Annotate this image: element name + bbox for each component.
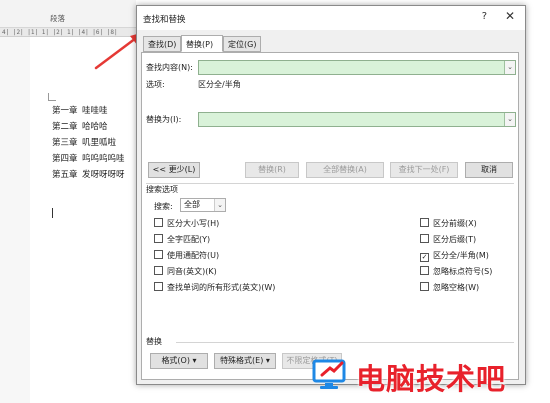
- replace-label: 替换为(I):: [146, 115, 182, 124]
- checkbox-box[interactable]: [420, 282, 429, 291]
- checkbox-box[interactable]: [154, 266, 163, 275]
- find-replace-dialog: 查找和替换 ? ✕ 查找(D) 替换(P) 定位(G) 查找内容(N): ⌄ 选…: [136, 5, 526, 385]
- search-direction-select[interactable]: 全部 ⌄: [180, 198, 226, 212]
- dialog-title: 查找和替换: [143, 15, 186, 25]
- checkbox-label: 使用通配符(U): [167, 251, 220, 260]
- document-body[interactable]: 第一章 哇哇哇 第二章 哈哈哈 第三章 叽里呱啦 第四章 呜呜呜呜哇 第五章 发呀呀呀呀: [52, 103, 125, 183]
- wildcards-checkbox[interactable]: 使用通配符(U): [154, 250, 219, 262]
- chapter-number: 第五章: [52, 170, 78, 180]
- find-label: 查找内容(N):: [146, 63, 193, 72]
- search-options-heading: 搜索选项: [146, 185, 178, 194]
- chapter-number: 第二章: [52, 122, 78, 132]
- checkbox-box[interactable]: [420, 218, 429, 227]
- search-label: 搜索:: [154, 202, 173, 211]
- checkbox-box[interactable]: [154, 234, 163, 243]
- paragraph-group-label: 段落: [50, 14, 65, 23]
- divider: [146, 183, 514, 184]
- chapter-line: 第三章 叽里呱啦: [52, 135, 125, 151]
- chapter-number: 第一章: [52, 106, 78, 116]
- chapter-text: 叽里呱啦: [82, 138, 117, 148]
- tab-replace[interactable]: 替换(P): [181, 35, 223, 52]
- chapter-line: 第五章 发呀呀呀呀: [52, 167, 125, 183]
- special-format-button[interactable]: 特殊格式(E) ▾: [214, 353, 276, 369]
- find-next-button[interactable]: 查找下一处(F): [390, 162, 458, 178]
- replace-all-button[interactable]: 全部替换(A): [306, 162, 384, 178]
- search-direction-value: 全部: [184, 200, 200, 209]
- help-icon[interactable]: ?: [482, 11, 487, 22]
- chapter-line: 第四章 呜呜呜呜哇: [52, 151, 125, 167]
- replace-button[interactable]: 替换(R): [245, 162, 299, 178]
- chapter-number: 第三章: [52, 138, 78, 148]
- all-word-forms-checkbox[interactable]: 查找单词的所有形式(英文)(W): [154, 282, 275, 294]
- ignore-punctuation-checkbox[interactable]: 忽略标点符号(S): [420, 266, 492, 278]
- tab-find[interactable]: 查找(D): [143, 36, 181, 52]
- checkbox-label: 区分全/半角(M): [433, 251, 489, 260]
- document-left-margin: [0, 37, 30, 403]
- replace-input[interactable]: ⌄: [198, 112, 516, 127]
- chapter-line: 第二章 哈哈哈: [52, 119, 125, 135]
- chevron-down-icon[interactable]: ⌄: [214, 199, 225, 211]
- options-value: 区分全/半角: [198, 80, 241, 89]
- checkbox-box[interactable]: [154, 282, 163, 291]
- watermark: 电脑技术吧: [312, 355, 548, 396]
- cancel-button[interactable]: 取消: [465, 162, 513, 178]
- checkbox-box[interactable]: [420, 266, 429, 275]
- format-button[interactable]: 格式(O) ▾: [150, 353, 208, 369]
- checkbox-label: 区分后缀(T): [433, 235, 477, 244]
- text-cursor: [52, 208, 53, 218]
- checkbox-label: 忽略标点符号(S): [433, 267, 493, 276]
- checkbox-label: 同音(英文)(K): [167, 267, 217, 276]
- divider: [176, 342, 514, 343]
- checkbox-label: 区分前缀(X): [433, 219, 477, 228]
- match-width-checkbox[interactable]: ✓ 区分全/半角(M): [420, 250, 489, 262]
- checkbox-box[interactable]: [154, 218, 163, 227]
- monitor-logo-icon: [312, 359, 346, 389]
- less-button[interactable]: << 更少(L): [148, 162, 200, 178]
- match-suffix-checkbox[interactable]: 区分后缀(T): [420, 234, 476, 246]
- chevron-down-icon[interactable]: ⌄: [504, 113, 515, 126]
- chapter-number: 第四章: [52, 154, 78, 164]
- replace-panel: 查找内容(N): ⌄ 选项: 区分全/半角 替换为(I): ⌄ << 更少(L)…: [141, 52, 519, 380]
- chapter-text: 哈哈哈: [82, 122, 108, 132]
- chapter-text: 哇哇哇: [82, 106, 108, 116]
- page-corner-mark: [48, 93, 56, 101]
- chevron-down-icon[interactable]: ⌄: [504, 61, 515, 74]
- check-icon[interactable]: ✓: [420, 253, 429, 262]
- chapter-text: 发呀呀呀呀: [82, 170, 125, 180]
- watermark-text: 电脑技术吧: [356, 362, 507, 396]
- whole-word-checkbox[interactable]: 全字匹配(Y): [154, 234, 210, 246]
- replace-heading: 替换: [146, 337, 162, 346]
- chapter-text: 呜呜呜呜哇: [82, 154, 125, 164]
- dialog-titlebar[interactable]: 查找和替换 ? ✕: [137, 6, 525, 30]
- checkbox-label: 全字匹配(Y): [167, 235, 211, 244]
- match-prefix-checkbox[interactable]: 区分前缀(X): [420, 218, 477, 230]
- checkbox-box[interactable]: [420, 234, 429, 243]
- checkbox-label: 忽略空格(W): [433, 283, 480, 292]
- find-input[interactable]: ⌄: [198, 60, 516, 75]
- ribbon-area: 段落: [0, 0, 136, 28]
- checkbox-box[interactable]: [154, 250, 163, 259]
- tab-goto[interactable]: 定位(G): [223, 36, 261, 52]
- ignore-whitespace-checkbox[interactable]: 忽略空格(W): [420, 282, 479, 294]
- checkbox-label: 查找单词的所有形式(英文)(W): [167, 283, 276, 292]
- close-icon[interactable]: ✕: [505, 9, 515, 23]
- chapter-line: 第一章 哇哇哇: [52, 103, 125, 119]
- checkbox-label: 区分大小写(H): [167, 219, 220, 228]
- sounds-like-checkbox[interactable]: 同音(英文)(K): [154, 266, 217, 278]
- options-label: 选项:: [146, 80, 165, 89]
- match-case-checkbox[interactable]: 区分大小写(H): [154, 218, 219, 230]
